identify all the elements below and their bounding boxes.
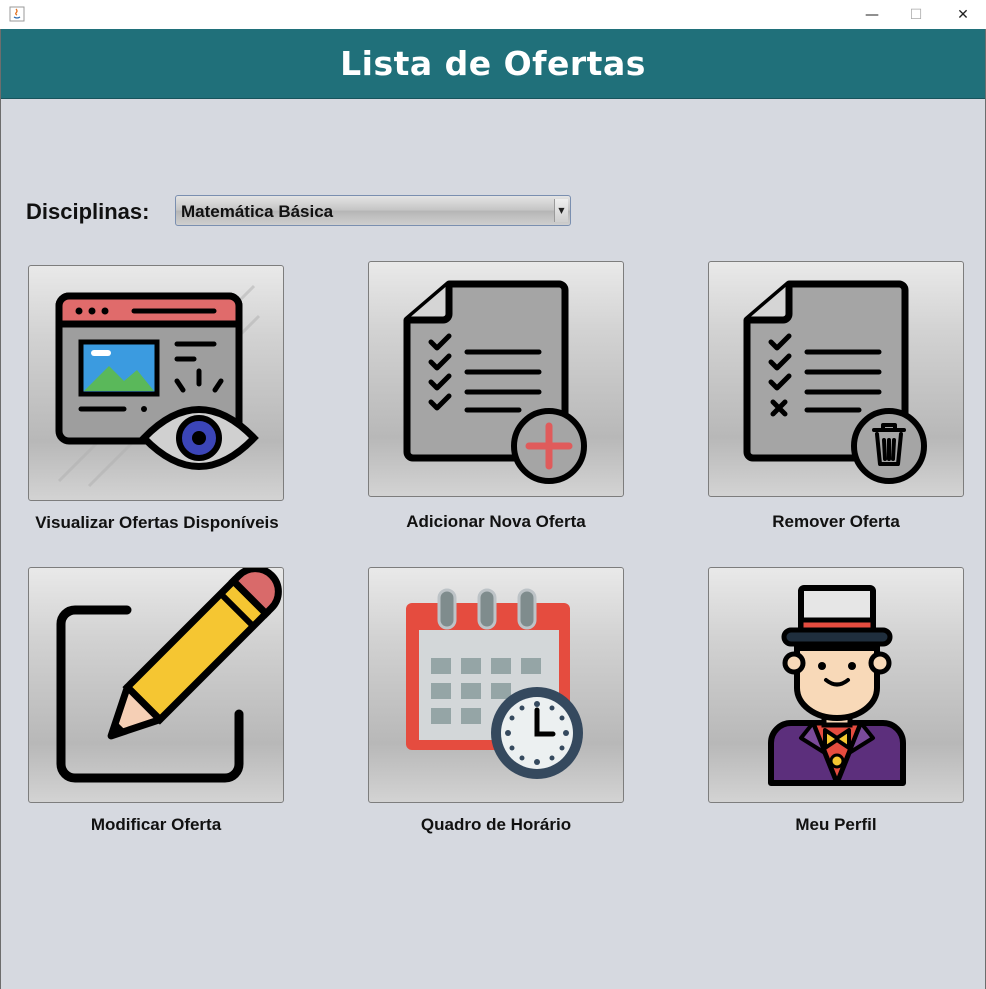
my-profile-label: Meu Perfil <box>795 815 877 834</box>
user-profile-icon <box>768 585 906 786</box>
modify-offer-button[interactable] <box>28 567 284 803</box>
remove-offer-button[interactable] <box>708 261 964 497</box>
page-title: Lista de Ofertas <box>340 44 646 83</box>
close-button[interactable]: ✕ <box>940 0 986 29</box>
maximize-button[interactable]: ☐ <box>893 0 939 29</box>
dropdown-arrow-icon[interactable]: ▼ <box>554 199 568 222</box>
schedule-button[interactable] <box>368 567 624 803</box>
page-header: Lista de Ofertas <box>1 29 985 99</box>
modify-offer-label: Modificar Oferta <box>90 815 222 834</box>
delete-document-icon <box>743 280 927 484</box>
window-border-left <box>0 29 1 989</box>
edit-pencil-icon <box>56 568 282 783</box>
disciplinas-select[interactable]: Matemática Básica ▼ <box>175 195 571 226</box>
add-offer-label: Adicionar Nova Oferta <box>406 512 586 531</box>
view-offers-button[interactable] <box>28 265 284 501</box>
calendar-clock-icon <box>406 588 583 779</box>
my-profile-button[interactable] <box>708 567 964 803</box>
minimize-button[interactable]: — <box>849 0 895 29</box>
schedule-label: Quadro de Horário <box>420 815 572 834</box>
disciplinas-selected-value: Matemática Básica <box>181 202 334 221</box>
java-app-icon <box>9 6 25 22</box>
view-offers-label: Visualizar Ofertas Disponíveis <box>35 513 279 532</box>
add-document-icon <box>403 280 587 484</box>
view-offers-icon <box>55 284 261 488</box>
remove-offer-label: Remover Oferta <box>772 512 900 531</box>
add-offer-button[interactable] <box>368 261 624 497</box>
window-titlebar: — ☐ ✕ <box>0 0 986 29</box>
disciplinas-label: Disciplinas: <box>26 199 150 224</box>
